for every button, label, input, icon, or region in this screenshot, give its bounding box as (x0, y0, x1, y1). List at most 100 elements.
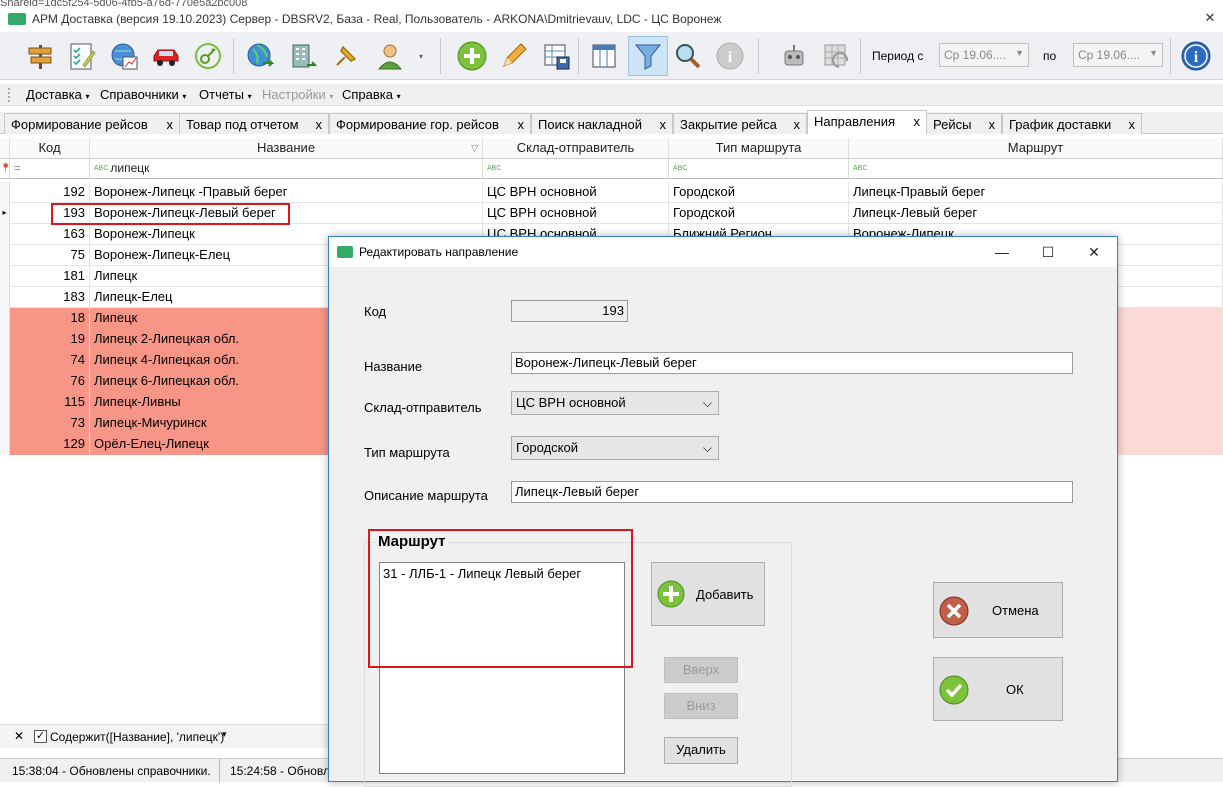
tab-city-trip-formation[interactable]: Формирование гор. рейсов x (329, 113, 531, 134)
help-icon[interactable]: i (1176, 36, 1216, 76)
cell-code[interactable]: 75 (10, 245, 90, 266)
name-field[interactable]: Воронеж-Липецк-Левый берег (511, 352, 1073, 374)
cell-code[interactable]: 163 (10, 224, 90, 245)
row-indicator[interactable] (0, 434, 10, 455)
key-icon[interactable] (188, 36, 228, 76)
add-icon[interactable] (452, 36, 492, 76)
filter-name-input[interactable]: ABC липецк (90, 159, 483, 179)
filter-expression[interactable]: Содержит([Название], 'липецк') (50, 730, 224, 744)
cell-code[interactable]: 73 (10, 413, 90, 434)
close-window-icon[interactable]: ✕ (1195, 8, 1223, 30)
pencil-icon[interactable] (494, 36, 534, 76)
column-header-route-type[interactable]: Тип маршрута (669, 138, 849, 159)
maximize-icon[interactable]: ☐ (1025, 237, 1071, 267)
menu-settings[interactable]: Настройки ▾ (262, 87, 333, 102)
column-header-sender[interactable]: Склад-отправитель (483, 138, 669, 159)
period-from-combo[interactable]: Ср 19.06.... ▼ (939, 43, 1029, 67)
menu-references[interactable]: Справочники ▾ (100, 87, 186, 102)
chevron-down-icon[interactable]: ▾ (222, 729, 227, 740)
close-icon[interactable]: x (989, 117, 996, 132)
pushpin-icon[interactable] (326, 36, 366, 76)
cell-code[interactable]: 18 (10, 308, 90, 329)
filter-sender-input[interactable]: ABC (483, 159, 669, 179)
filter-route-input[interactable]: ABC (849, 159, 1223, 179)
car-icon[interactable] (146, 36, 186, 76)
row-indicator[interactable]: ▸ (0, 203, 10, 224)
building-icon[interactable] (282, 36, 322, 76)
code-field[interactable]: 193 (511, 300, 628, 322)
table-save-icon[interactable] (536, 36, 576, 76)
row-indicator[interactable] (0, 329, 10, 350)
signpost-icon[interactable] (20, 36, 60, 76)
info-icon[interactable]: i (710, 36, 750, 76)
row-indicator[interactable] (0, 182, 10, 203)
cell-code[interactable]: 19 (10, 329, 90, 350)
close-icon[interactable]: x (167, 117, 174, 132)
column-header-name[interactable]: Название ▽ (90, 138, 483, 159)
robot-icon[interactable] (774, 36, 814, 76)
cell-sender[interactable]: ЦС ВРН основной (483, 203, 669, 224)
globe-chart-icon[interactable] (104, 36, 144, 76)
filter-icon[interactable]: ▽ (471, 138, 478, 158)
refresh-grid-icon[interactable] (816, 36, 856, 76)
route-type-select[interactable]: Городской ⌵ (511, 436, 719, 460)
delete-button[interactable]: Удалить (664, 737, 738, 764)
column-header-code[interactable]: Код (10, 138, 90, 159)
minimize-icon[interactable]: — (979, 237, 1025, 267)
toolbar-overflow-icon[interactable]: ▾ (414, 36, 428, 76)
cell-route[interactable]: Липецк-Левый берег (849, 203, 1223, 224)
row-indicator[interactable] (0, 287, 10, 308)
row-indicator[interactable] (0, 371, 10, 392)
cell-type[interactable]: Городской (669, 182, 849, 203)
close-icon[interactable]: x (518, 117, 525, 132)
row-indicator[interactable] (0, 308, 10, 329)
cell-code[interactable]: 129 (10, 434, 90, 455)
tab-waybill-search[interactable]: Поиск накладной x (531, 113, 673, 134)
tab-trip-formation[interactable]: Формирование рейсов x (4, 113, 180, 134)
close-icon[interactable]: x (316, 117, 323, 132)
row-indicator[interactable] (0, 266, 10, 287)
move-down-button[interactable]: Вниз (664, 693, 738, 719)
columns-icon[interactable] (584, 36, 624, 76)
close-icon[interactable]: x (660, 117, 667, 132)
cancel-button[interactable]: Отмена (933, 582, 1063, 638)
clear-filter-icon[interactable]: ✕ (14, 729, 24, 743)
cell-type[interactable]: Городской (669, 203, 849, 224)
filter-enabled-checkbox[interactable]: ✓ (34, 730, 47, 743)
table-row[interactable]: 192 Воронеж-Липецк -Правый берег ЦС ВРН ос… (0, 182, 1223, 203)
cell-sender[interactable]: ЦС ВРН основной (483, 182, 669, 203)
globe-arrow-icon[interactable] (240, 36, 280, 76)
add-button[interactable]: Добавить (651, 562, 765, 626)
close-icon[interactable]: x (914, 114, 921, 129)
column-header-route[interactable]: Маршрут (849, 138, 1223, 159)
checklist-icon[interactable] (62, 36, 102, 76)
filter-icon[interactable] (628, 36, 668, 76)
cell-code[interactable]: 115 (10, 392, 90, 413)
tab-trip-closing[interactable]: Закрытие рейса x (673, 113, 807, 134)
tab-delivery-schedule[interactable]: График доставки x (1002, 113, 1142, 134)
close-icon[interactable]: x (1129, 117, 1136, 132)
route-description-field[interactable]: Липецк-Левый берег (511, 481, 1073, 503)
cell-name[interactable]: Воронеж-Липецк -Правый берег (90, 182, 483, 203)
search-icon[interactable] (668, 36, 708, 76)
sender-select[interactable]: ЦС ВРН основной ⌵ (511, 391, 719, 415)
tab-trips[interactable]: Рейсы x (926, 113, 1002, 134)
menu-help[interactable]: Справка ▾ (342, 87, 401, 102)
cell-code[interactable]: 181 (10, 266, 90, 287)
filter-code-operator[interactable]: = (10, 159, 90, 179)
cell-code[interactable]: 74 (10, 350, 90, 371)
menu-reports[interactable]: Отчеты ▾ (199, 87, 252, 102)
cell-code[interactable]: 192 (10, 182, 90, 203)
row-indicator[interactable] (0, 392, 10, 413)
cell-code[interactable]: 76 (10, 371, 90, 392)
row-indicator[interactable] (0, 245, 10, 266)
menu-delivery[interactable]: Доставка ▾ (26, 87, 89, 102)
tab-goods-under-report[interactable]: Товар под отчетом x (179, 113, 329, 134)
ok-button[interactable]: ОК (933, 657, 1063, 721)
move-up-button[interactable]: Вверх (664, 657, 738, 683)
period-to-combo[interactable]: Ср 19.06.... ▼ (1073, 43, 1163, 67)
user-icon[interactable] (370, 36, 410, 76)
cell-route[interactable]: Липецк-Правый берег (849, 182, 1223, 203)
filter-route-type-input[interactable]: ABC (669, 159, 849, 179)
close-icon[interactable]: ✕ (1071, 237, 1117, 267)
